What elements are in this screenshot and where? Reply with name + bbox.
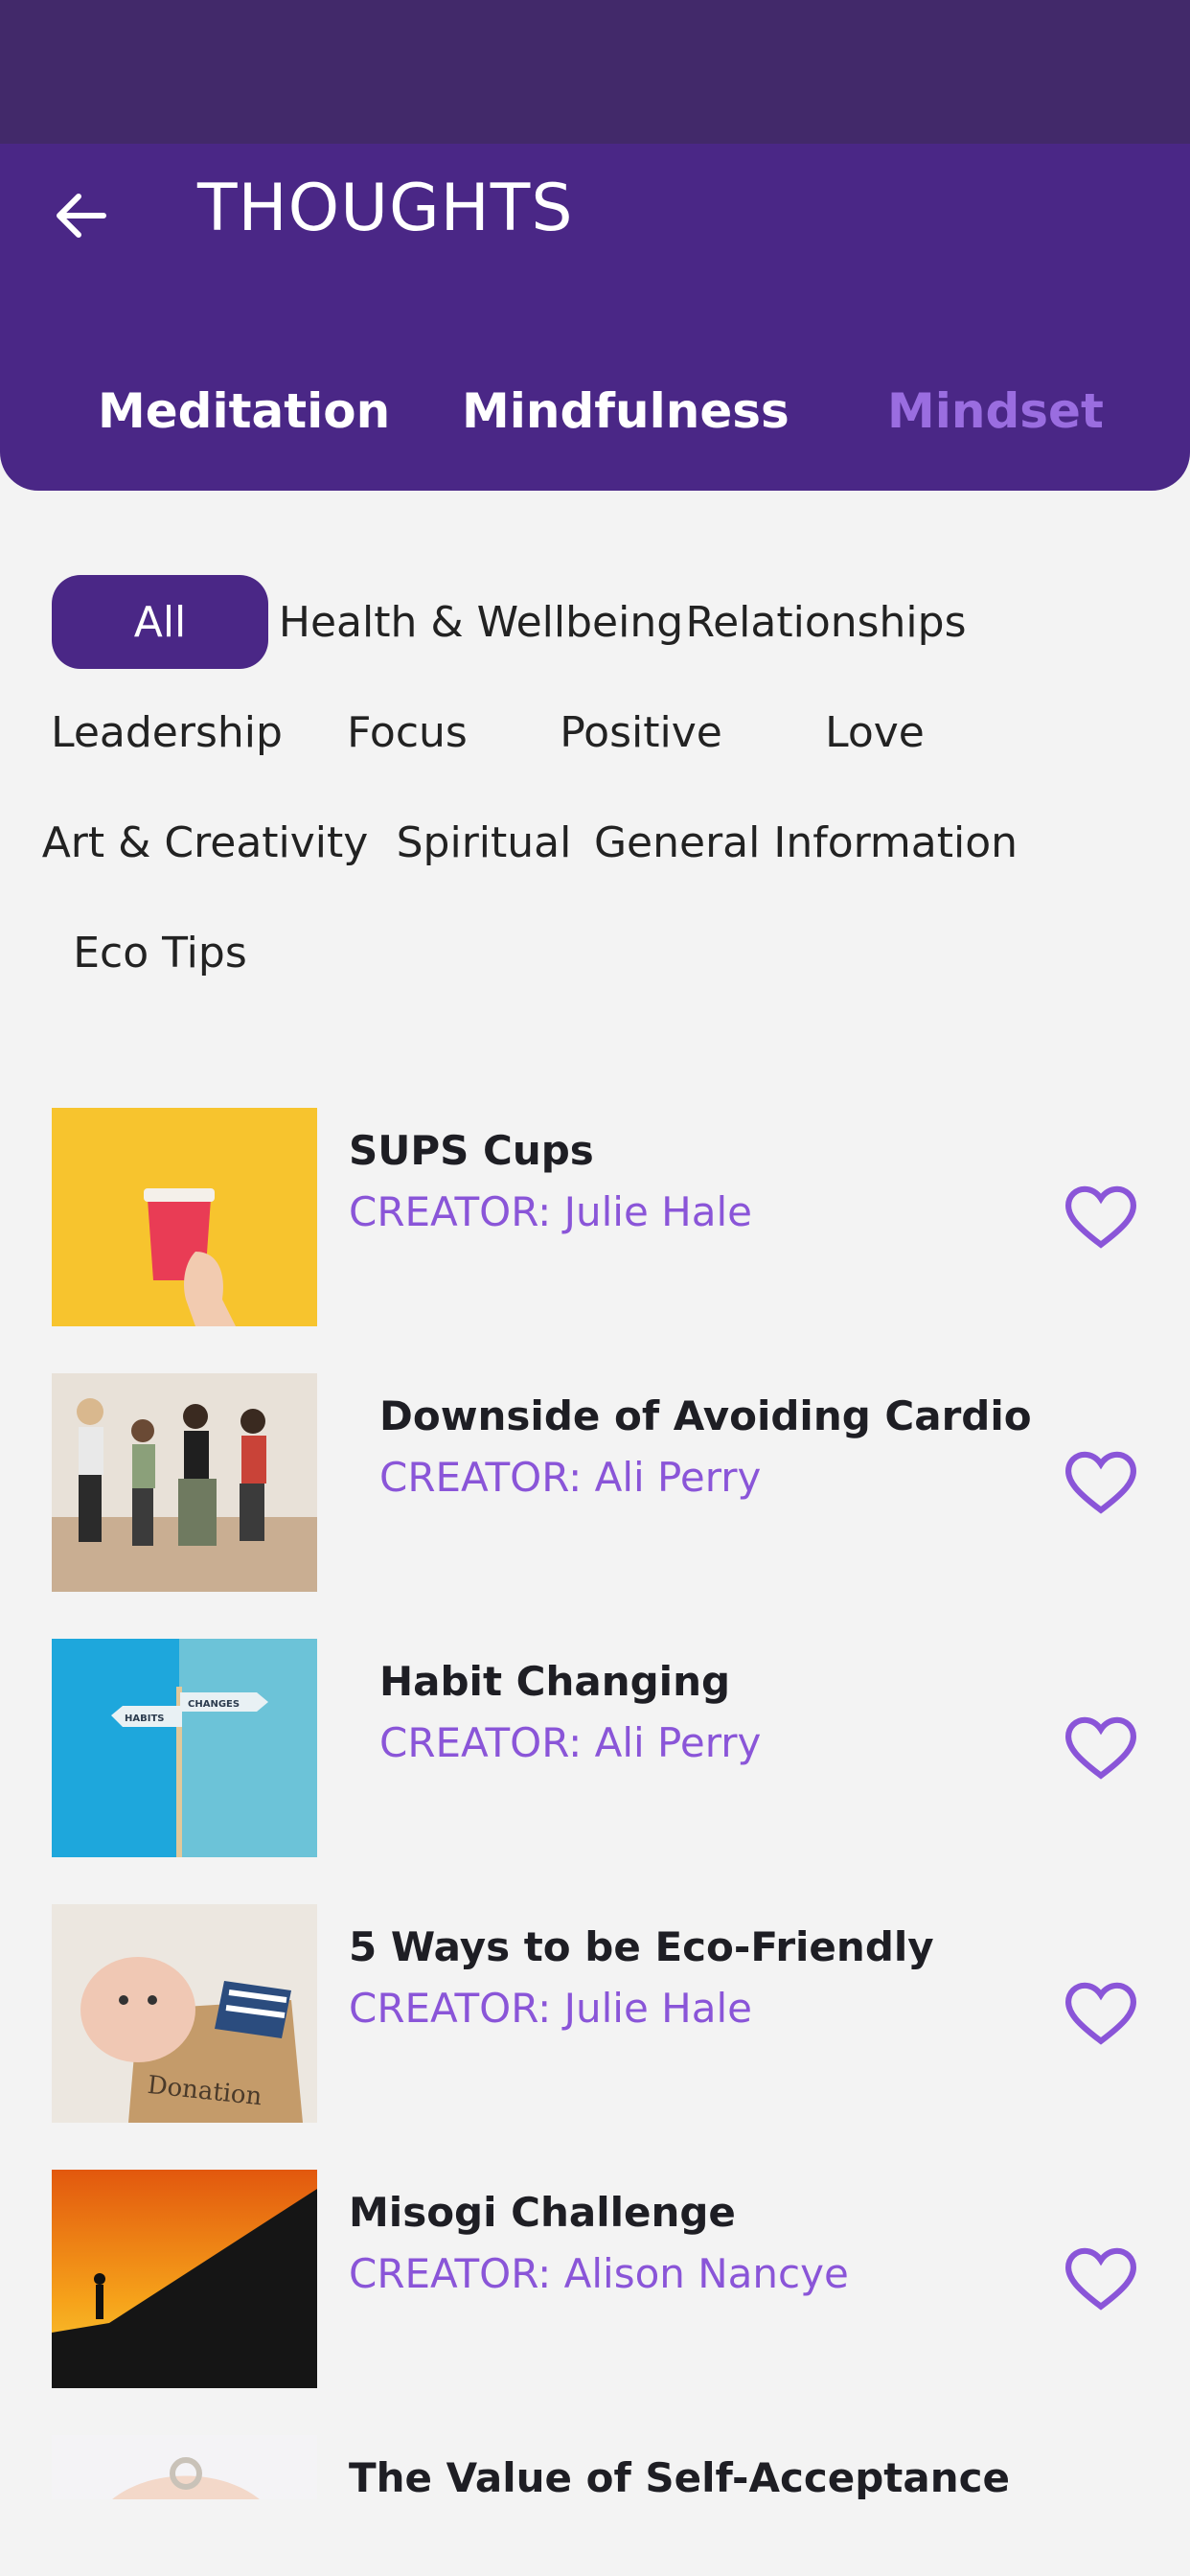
item-thumbnail [52, 1373, 317, 1592]
chip-spiritual[interactable]: Spiritual [383, 795, 584, 889]
item-creator: CREATOR: Julie Hale [349, 1985, 752, 2032]
app-header: THOUGHTS Meditation Mindfulness Mindset [0, 144, 1190, 491]
item-thumbnail [52, 2170, 317, 2388]
item-thumbnail [52, 1108, 317, 1326]
item-creator: CREATOR: Ali Perry [379, 1454, 762, 1501]
item-creator: CREATOR: Alison Nancye [349, 2250, 849, 2297]
chip-leadership[interactable]: Leadership [51, 685, 283, 779]
item-title: The Value of Self-Acceptance [349, 2454, 1011, 2499]
item-creator: CREATOR: Julie Hale [349, 1188, 752, 1235]
heart-outline-icon[interactable] [1065, 1184, 1136, 1252]
list-item[interactable]: Downside of Avoiding Cardio CREATOR: Ali… [0, 1373, 1190, 1592]
thoughts-list: SUPS Cups CREATOR: Julie Hale Downside o… [0, 1108, 1190, 2499]
svg-text:CHANGES: CHANGES [188, 1699, 240, 1710]
chip-relationships[interactable]: Relationships [685, 575, 966, 669]
chip-eco-tips[interactable]: Eco Tips [52, 906, 268, 1000]
chip-art-creativity[interactable]: Art & Creativity [42, 795, 369, 889]
chip-positive[interactable]: Positive [533, 685, 749, 779]
tab-mindset[interactable]: Mindset [887, 383, 1104, 439]
tab-meditation[interactable]: Meditation [98, 383, 390, 439]
list-item[interactable]: Donation 5 Ways to be Eco-Friendly CREAT… [0, 1904, 1190, 2123]
status-bar [0, 0, 1190, 144]
list-item[interactable]: SUPS Cups CREATOR: Julie Hale [0, 1108, 1190, 1326]
chip-all[interactable]: All [52, 575, 268, 669]
category-tabs: Meditation Mindfulness Mindset [0, 383, 1190, 460]
chip-focus[interactable]: Focus [301, 685, 514, 779]
chip-health-wellbeing[interactable]: Health & Wellbeing [279, 575, 683, 669]
item-title: Habit Changing [379, 1658, 731, 1705]
chip-love[interactable]: Love [768, 685, 981, 779]
item-title: SUPS Cups [349, 1127, 594, 1174]
list-item[interactable]: Misogi Challenge CREATOR: Alison Nancye [0, 2170, 1190, 2388]
list-item[interactable]: HABITS CHANGES Habit Changing CREATOR: A… [0, 1639, 1190, 1857]
arrow-left-icon [57, 194, 106, 238]
item-creator: CREATOR: Ali Perry [379, 1719, 762, 1766]
page-title: THOUGHTS [197, 171, 574, 246]
item-title: 5 Ways to be Eco-Friendly [349, 1923, 934, 1970]
item-thumbnail: HABITS CHANGES [52, 1639, 317, 1857]
item-title: Downside of Avoiding Cardio [379, 1392, 1032, 1439]
svg-text:HABITS: HABITS [125, 1714, 164, 1724]
heart-outline-icon[interactable] [1065, 1450, 1136, 1517]
chip-general-information[interactable]: General Information [594, 795, 1018, 889]
list-item[interactable]: The Value of Self-Acceptance [0, 2435, 1190, 2499]
item-title: Misogi Challenge [349, 2189, 736, 2236]
heart-outline-icon[interactable] [1065, 1715, 1136, 1782]
heart-outline-icon[interactable] [1065, 1981, 1136, 2048]
tab-mindfulness[interactable]: Mindfulness [462, 383, 790, 439]
item-thumbnail: Donation [52, 1904, 317, 2123]
heart-outline-icon[interactable] [1065, 2246, 1136, 2313]
back-button[interactable] [48, 182, 115, 249]
item-thumbnail [52, 2435, 317, 2499]
